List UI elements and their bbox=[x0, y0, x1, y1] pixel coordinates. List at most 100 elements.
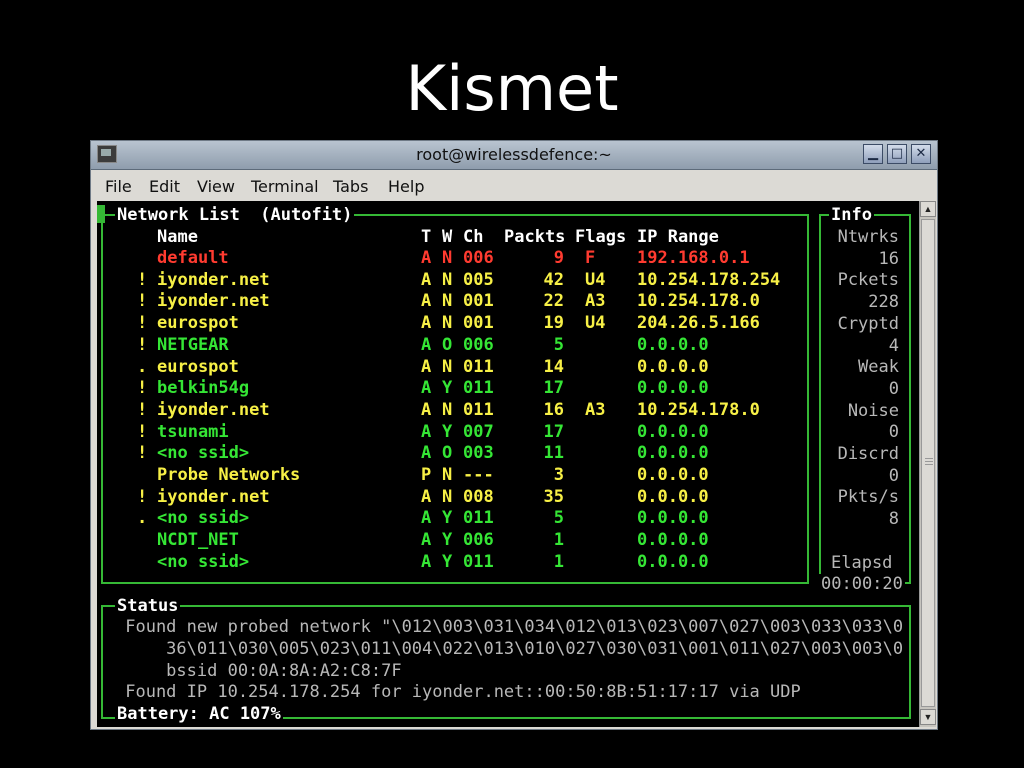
network-cell-t: A bbox=[421, 313, 432, 334]
network-cell-flags: A3 bbox=[585, 399, 606, 420]
header-ip[interactable]: IP Range bbox=[637, 227, 719, 247]
menu-view[interactable]: View bbox=[197, 177, 235, 196]
network-cell-name: eurospot bbox=[157, 356, 239, 377]
info-entry-value: 16 bbox=[878, 248, 899, 269]
network-cell-packets: 14 bbox=[543, 356, 564, 377]
minimize-button[interactable]: ▁ bbox=[863, 144, 883, 164]
battery-status: Battery: AC 107% bbox=[115, 704, 283, 724]
network-cell-t: A bbox=[421, 421, 432, 442]
network-cell-t: P bbox=[421, 465, 432, 485]
network-cell-t: A bbox=[421, 334, 432, 355]
scroll-down-icon[interactable]: ▼ bbox=[920, 709, 936, 725]
network-cell-mark: ! bbox=[137, 399, 148, 420]
menu-tabs[interactable]: Tabs bbox=[333, 177, 368, 196]
network-cell-w: Y bbox=[442, 378, 453, 399]
header-ch[interactable]: Ch bbox=[463, 227, 483, 247]
network-cell-ip: 192.168.0.1 bbox=[637, 248, 750, 268]
terminal-window: root@wirelessdefence:~ ▁ □ ✕ File Edit V… bbox=[90, 140, 938, 730]
info-entry-label: Pckets bbox=[837, 270, 899, 291]
network-cell-ch: 001 bbox=[463, 291, 494, 312]
info-entry-label: Weak bbox=[858, 357, 899, 378]
network-cell-mark: ! bbox=[137, 269, 148, 290]
network-cell-ip: 0.0.0.0 bbox=[637, 443, 709, 464]
info-entry-value: 0 bbox=[888, 465, 899, 486]
network-cell-t: A bbox=[421, 378, 432, 399]
network-cell-t: A bbox=[421, 291, 432, 312]
info-entry-value: 0 bbox=[888, 422, 899, 443]
info-entry-value: 0 bbox=[888, 378, 899, 399]
info-elapsed-label: Elapsd bbox=[831, 553, 893, 573]
header-name[interactable]: Name bbox=[157, 227, 198, 247]
network-cell-packets: 5 bbox=[553, 334, 564, 355]
network-cell-packets: 17 bbox=[543, 378, 564, 399]
network-cell-name: iyonder.net bbox=[157, 486, 270, 507]
maximize-button[interactable]: □ bbox=[887, 144, 907, 164]
network-cell-ip: 0.0.0.0 bbox=[637, 508, 709, 529]
network-cell-name: belkin54g bbox=[157, 378, 250, 399]
header-w[interactable]: W bbox=[442, 227, 452, 247]
network-cell-t: A bbox=[421, 269, 432, 290]
terminal-scrollbar[interactable]: ▲ ▼ bbox=[919, 201, 936, 727]
network-cell-w: O bbox=[442, 334, 453, 355]
network-cell-name: <no ssid> bbox=[157, 508, 250, 529]
info-entry-value: 4 bbox=[888, 335, 899, 356]
network-cell-packets: 22 bbox=[543, 291, 564, 312]
network-cell-w: N bbox=[442, 356, 453, 377]
network-cell-mark: ! bbox=[137, 486, 148, 507]
network-cell-packets: 1 bbox=[553, 530, 564, 551]
network-cell-ip: 0.0.0.0 bbox=[637, 465, 709, 485]
network-cell-packets: 19 bbox=[543, 313, 564, 334]
info-entry-value: 8 bbox=[888, 509, 899, 530]
network-cell-name: NCDT_NET bbox=[157, 530, 239, 551]
network-cell-packets: 42 bbox=[543, 269, 564, 290]
network-cell-ip: 0.0.0.0 bbox=[637, 530, 709, 551]
network-cell-ch: --- bbox=[463, 465, 494, 485]
header-packets[interactable]: Packts bbox=[504, 227, 565, 247]
network-cell-w: Y bbox=[442, 530, 453, 551]
menu-file[interactable]: File bbox=[105, 177, 132, 196]
network-cell-name: iyonder.net bbox=[157, 269, 270, 290]
network-cell-ip: 0.0.0.0 bbox=[637, 378, 709, 399]
network-cell-w: N bbox=[442, 465, 453, 485]
network-cell-ch: 008 bbox=[463, 486, 494, 507]
network-cell-w: O bbox=[442, 443, 453, 464]
network-cell-ch: 001 bbox=[463, 313, 494, 334]
scroll-up-icon[interactable]: ▲ bbox=[920, 201, 936, 217]
scroll-thumb[interactable] bbox=[921, 219, 935, 707]
network-cell-ch: 011 bbox=[463, 378, 494, 399]
network-cell-ip: 10.254.178.254 bbox=[637, 269, 781, 290]
network-cell-packets: 11 bbox=[543, 443, 564, 464]
menu-help[interactable]: Help bbox=[388, 177, 424, 196]
status-line: Found IP 10.254.178.254 for iyonder.net:… bbox=[115, 682, 801, 702]
network-cell-w: Y bbox=[442, 421, 453, 442]
network-cell-flags: U4 bbox=[585, 269, 606, 290]
network-cell-ch: 007 bbox=[463, 421, 494, 442]
network-cell-ch: 011 bbox=[463, 508, 494, 529]
network-cell-name: Probe Networks bbox=[157, 465, 301, 485]
network-cell-t: A bbox=[421, 508, 432, 529]
network-cell-flags: F bbox=[585, 248, 596, 268]
close-button[interactable]: ✕ bbox=[911, 144, 931, 164]
network-cell-ip: 0.0.0.0 bbox=[637, 356, 709, 377]
network-cell-mark: ! bbox=[137, 421, 148, 442]
network-cell-ch: 006 bbox=[463, 334, 494, 355]
window-titlebar[interactable]: root@wirelessdefence:~ ▁ □ ✕ bbox=[91, 141, 937, 170]
info-entry-label: Discrd bbox=[837, 444, 899, 464]
terminal-screen[interactable]: Network List (Autofit) Name T W Ch Packt… bbox=[97, 201, 919, 727]
header-flags[interactable]: Flags bbox=[575, 227, 626, 247]
network-cell-ip: 0.0.0.0 bbox=[637, 486, 709, 507]
info-entry-label: Noise bbox=[847, 400, 899, 421]
network-cell-w: N bbox=[442, 486, 453, 507]
network-cell-name: eurospot bbox=[157, 313, 239, 334]
network-cell-w: N bbox=[442, 313, 453, 334]
network-cell-w: Y bbox=[442, 508, 453, 529]
network-cell-ip: 0.0.0.0 bbox=[637, 421, 709, 442]
menu-edit[interactable]: Edit bbox=[149, 177, 180, 196]
network-cell-w: Y bbox=[442, 551, 453, 572]
header-t[interactable]: T bbox=[421, 227, 431, 247]
menu-terminal[interactable]: Terminal bbox=[251, 177, 319, 196]
info-entry-label: Pkts/s bbox=[837, 487, 899, 508]
network-cell-mark: ! bbox=[137, 313, 148, 334]
network-cell-mark: . bbox=[137, 356, 148, 377]
network-cell-name: iyonder.net bbox=[157, 399, 270, 420]
